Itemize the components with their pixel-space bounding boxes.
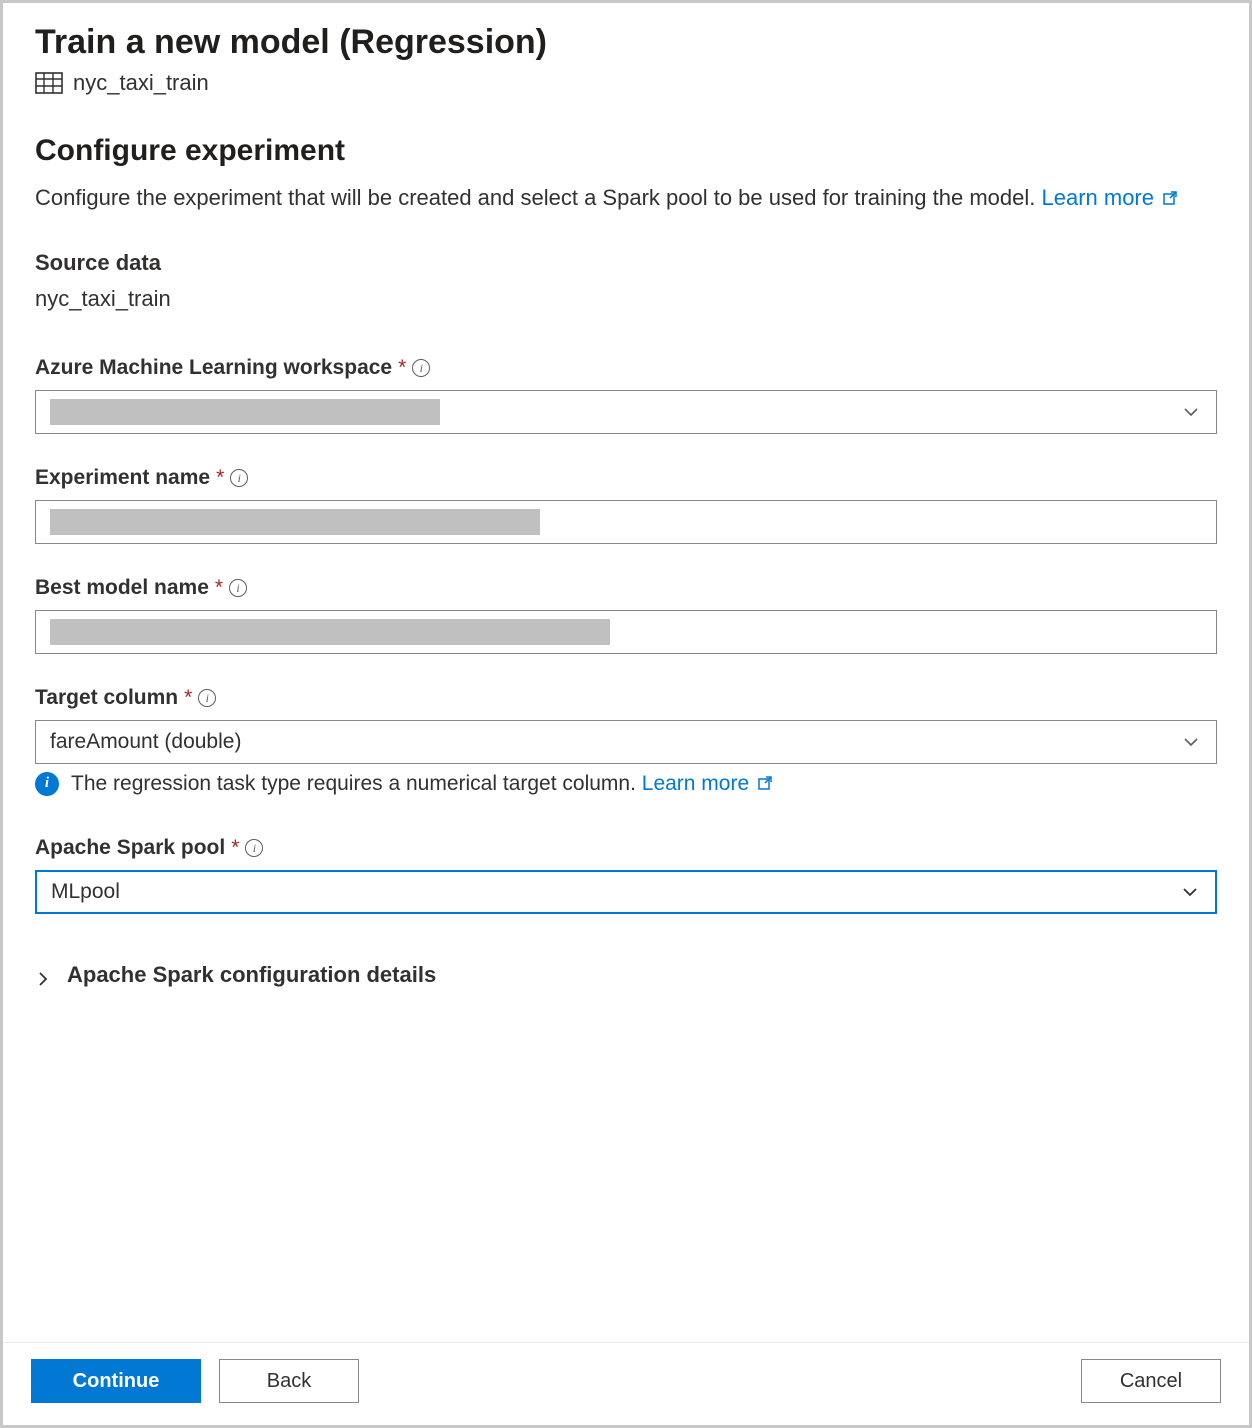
target-column-value: fareAmount (double): [50, 730, 241, 754]
chevron-right-icon: [35, 967, 51, 983]
info-icon[interactable]: i: [230, 469, 248, 487]
best-model-name-label: Best model name * i: [35, 576, 1217, 600]
required-indicator: *: [216, 466, 224, 490]
experiment-name-label: Experiment name * i: [35, 466, 1217, 490]
best-model-name-input[interactable]: [35, 610, 1217, 654]
dataset-row: nyc_taxi_train: [35, 70, 1217, 96]
info-icon[interactable]: i: [229, 579, 247, 597]
spark-pool-dropdown[interactable]: MLpool: [35, 870, 1217, 914]
target-column-hint: i The regression task type requires a nu…: [35, 772, 1217, 796]
redacted-value: [50, 399, 440, 425]
info-icon[interactable]: i: [412, 359, 430, 377]
dialog-footer: Continue Back Cancel: [3, 1342, 1249, 1425]
table-icon: [35, 72, 63, 94]
workspace-dropdown[interactable]: [35, 390, 1217, 434]
redacted-value: [50, 509, 540, 535]
section-description: Configure the experiment that will be cr…: [35, 182, 1217, 214]
field-experiment-name: Experiment name * i: [35, 466, 1217, 544]
dialog-window: Train a new model (Regression) nyc_taxi_…: [0, 0, 1252, 1428]
spark-pool-label: Apache Spark pool * i: [35, 836, 1217, 860]
spark-pool-value: MLpool: [51, 880, 120, 904]
continue-button[interactable]: Continue: [31, 1359, 201, 1403]
required-indicator: *: [184, 686, 192, 710]
chevron-down-icon: [1182, 403, 1200, 421]
field-best-model-name: Best model name * i: [35, 576, 1217, 654]
required-indicator: *: [398, 356, 406, 380]
info-solid-icon: i: [35, 772, 59, 796]
spark-config-expander[interactable]: Apache Spark configuration details: [35, 962, 1217, 988]
section-heading: Configure experiment: [35, 134, 1217, 168]
experiment-name-input[interactable]: [35, 500, 1217, 544]
field-target-column: Target column * i fareAmount (double) i …: [35, 686, 1217, 796]
required-indicator: *: [215, 576, 223, 600]
workspace-label: Azure Machine Learning workspace * i: [35, 356, 1217, 380]
required-indicator: *: [231, 836, 239, 860]
field-spark-pool: Apache Spark pool * i MLpool: [35, 836, 1217, 914]
dataset-name: nyc_taxi_train: [73, 70, 209, 96]
source-data-label: Source data: [35, 250, 1217, 276]
info-icon[interactable]: i: [245, 839, 263, 857]
external-link-icon: [1162, 183, 1178, 199]
learn-more-link[interactable]: Learn more: [1041, 185, 1178, 210]
target-column-learn-more-link[interactable]: Learn more: [642, 772, 773, 795]
external-link-icon: [757, 773, 773, 789]
chevron-down-icon: [1181, 883, 1199, 901]
chevron-down-icon: [1182, 733, 1200, 751]
source-data-value: nyc_taxi_train: [35, 286, 1217, 312]
cancel-button[interactable]: Cancel: [1081, 1359, 1221, 1403]
target-column-dropdown[interactable]: fareAmount (double): [35, 720, 1217, 764]
target-column-label: Target column * i: [35, 686, 1217, 710]
info-icon[interactable]: i: [198, 689, 216, 707]
redacted-value: [50, 619, 610, 645]
back-button[interactable]: Back: [219, 1359, 359, 1403]
dialog-content: Train a new model (Regression) nyc_taxi_…: [3, 3, 1249, 1342]
field-workspace: Azure Machine Learning workspace * i: [35, 356, 1217, 434]
page-title: Train a new model (Regression): [35, 23, 1217, 62]
